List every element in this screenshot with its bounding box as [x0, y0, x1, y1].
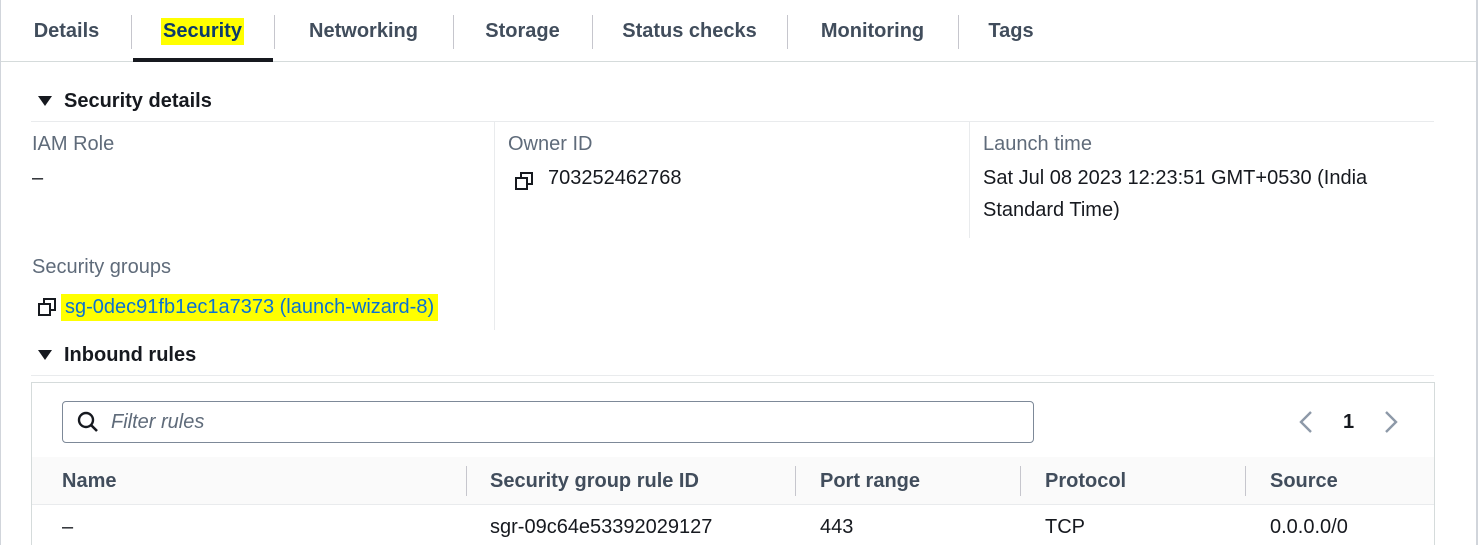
security-details-heading: Security details: [64, 89, 212, 112]
column-divider: [969, 122, 970, 238]
owner-id-value: 703252462768: [548, 167, 682, 189]
caret-down-icon: [38, 96, 52, 106]
pagination: 1: [1297, 401, 1400, 443]
section-divider: [31, 375, 1434, 376]
cell-port-range: 443: [820, 515, 854, 538]
tab-storage[interactable]: Storage: [453, 0, 592, 62]
column-divider: [494, 122, 495, 330]
tab-details-label: Details: [33, 19, 100, 42]
column-header-source[interactable]: Source: [1270, 457, 1338, 505]
tab-status-checks[interactable]: Status checks: [592, 0, 787, 62]
filter-rules-input[interactable]: [111, 410, 931, 434]
security-groups-label: Security groups: [32, 256, 171, 278]
page-number[interactable]: 1: [1343, 411, 1354, 434]
column-resizer[interactable]: [795, 466, 796, 496]
caret-down-icon: [38, 350, 52, 360]
column-resizer[interactable]: [466, 466, 467, 496]
tab-networking-label: Networking: [309, 19, 418, 42]
iam-role-label: IAM Role: [32, 133, 115, 155]
chevron-right-icon[interactable]: [1382, 409, 1400, 435]
inbound-rules-heading: Inbound rules: [64, 343, 197, 366]
active-tab-indicator: [133, 58, 273, 62]
launch-time-label: Launch time: [983, 133, 1092, 155]
section-divider: [31, 121, 1434, 122]
tab-tags-label: Tags: [988, 19, 1034, 42]
inbound-rules-table: 1 Name Security group rule ID Port range…: [31, 382, 1435, 545]
column-header-name[interactable]: Name: [62, 457, 116, 505]
table-header: Name Security group rule ID Port range P…: [32, 457, 1434, 505]
tab-networking[interactable]: Networking: [274, 0, 453, 62]
security-group-row: sg-0dec91fb1ec1a7373 (launch-wizard-8): [37, 287, 439, 327]
security-details-toggle[interactable]: Security details: [38, 86, 212, 116]
column-header-protocol[interactable]: Protocol: [1045, 457, 1126, 505]
tab-monitoring-label: Monitoring: [820, 19, 925, 42]
tab-security-label: Security: [161, 17, 244, 45]
column-resizer[interactable]: [1245, 466, 1246, 496]
cell-protocol: TCP: [1045, 515, 1085, 538]
cell-name: –: [62, 515, 74, 538]
chevron-left-icon[interactable]: [1297, 409, 1315, 435]
panel-border-left: [0, 0, 1, 545]
copy-icon[interactable]: [37, 297, 57, 317]
tab-details[interactable]: Details: [1, 0, 132, 62]
tab-security[interactable]: Security: [132, 0, 273, 62]
tab-status-checks-label: Status checks: [622, 19, 757, 42]
inbound-rules-toggle[interactable]: Inbound rules: [38, 340, 196, 370]
owner-id-row: 703252462768: [514, 162, 681, 195]
search-icon: [77, 411, 98, 432]
owner-id-label: Owner ID: [508, 133, 593, 155]
copy-icon[interactable]: [514, 169, 534, 190]
column-header-port-range[interactable]: Port range: [820, 457, 920, 505]
column-resizer[interactable]: [1020, 466, 1021, 496]
iam-role-value: –: [32, 167, 44, 189]
launch-time-line-1: Sat Jul 08 2023 12:23:51 GMT+0530 (India: [983, 167, 1368, 189]
tab-storage-label: Storage: [485, 19, 560, 42]
tab-bar: Details Security Networking Storage Stat…: [1, 0, 1476, 62]
column-header-rule-id[interactable]: Security group rule ID: [490, 457, 699, 505]
instance-security-panel: Details Security Networking Storage Stat…: [0, 0, 1478, 545]
cell-rule-id: sgr-09c64e53392029127: [490, 515, 713, 538]
security-group-link[interactable]: sg-0dec91fb1ec1a7373 (launch-wizard-8): [61, 293, 439, 321]
launch-time-line-2: Standard Time): [983, 199, 1120, 221]
filter-rules-field[interactable]: [62, 401, 1034, 443]
cell-source: 0.0.0.0/0: [1270, 515, 1348, 538]
tab-tags[interactable]: Tags: [958, 0, 1064, 62]
tab-monitoring[interactable]: Monitoring: [787, 0, 958, 62]
